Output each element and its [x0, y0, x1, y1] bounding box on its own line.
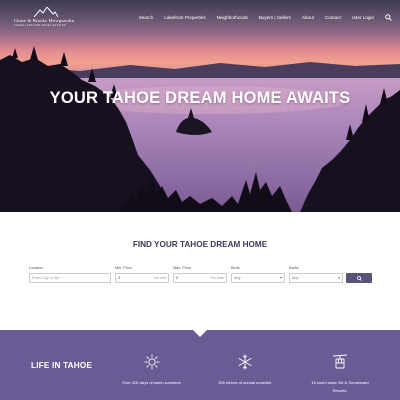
snowflake-icon: [237, 354, 253, 370]
life-title: LIFE IN TAHOE: [31, 361, 93, 370]
life-in-tahoe-section: LIFE IN TAHOE Over 300 days of warm suns…: [0, 330, 400, 400]
nav-item-contact[interactable]: Contact: [325, 15, 341, 20]
min-price-label: Min. Price: [115, 266, 132, 270]
location-label: Location: [29, 266, 44, 270]
beds-label: Beds: [231, 266, 240, 270]
mountain-logo-icon: [34, 7, 58, 17]
feature-resorts-text: 15 world class Ski & Snowboard Resorts.: [311, 380, 369, 393]
baths-value: Any: [292, 276, 299, 280]
feature-sunshine-text: Over 300 days of warm sunshine.: [122, 380, 182, 385]
brand-name: Chase & Brooks Mowguardin: [14, 18, 75, 23]
search-icon[interactable]: [385, 13, 392, 21]
location-input[interactable]: Enter City or Zip: [29, 273, 111, 283]
beds-value: Any: [234, 276, 241, 280]
max-price-label: Max. Price: [173, 266, 191, 270]
search-heading: FIND YOUR TAHOE DREAM HOME: [132, 240, 268, 249]
baths-select[interactable]: Any: [289, 273, 343, 283]
nav-item-neighborhoods[interactable]: Neighborhoods: [217, 15, 248, 20]
min-price-currency: $: [118, 276, 121, 280]
max-price-currency: $: [176, 276, 179, 280]
property-search-section: FIND YOUR TAHOE DREAM HOME Location Ente…: [0, 212, 400, 330]
page: Chase & Brooks Mowguardin TAHOE LAKE AND…: [0, 0, 400, 400]
section-pointer: [193, 330, 207, 337]
sun-icon: [144, 354, 160, 370]
location-placeholder: Enter City or Zip: [32, 276, 60, 280]
nav-item-lakefront-properties[interactable]: Lakefront Properties: [164, 15, 205, 20]
brand-tagline: TAHOE LAKE AND ANGEL ESTATES: [14, 24, 66, 27]
max-price-input[interactable]: $ No max: [173, 273, 227, 283]
hero-title: YOUR TAHOE DREAM HOME AWAITS: [49, 89, 351, 107]
max-price-placeholder: No max: [210, 276, 224, 280]
search-submit-button[interactable]: [346, 273, 372, 283]
nav-item-search[interactable]: Search: [139, 15, 154, 20]
nav-links: Search Lakefront Properties Neighborhood…: [128, 13, 392, 21]
min-price-input[interactable]: $ No min: [115, 273, 169, 283]
beds-select[interactable]: Any: [231, 273, 285, 283]
nav-item-about[interactable]: About: [302, 15, 314, 20]
search-icon: [356, 275, 362, 281]
baths-chevron-down-icon: [338, 277, 340, 279]
main-navbar: Chase & Brooks Mowguardin TAHOE LAKE AND…: [0, 0, 400, 34]
nav-item-user-login[interactable]: User Login: [352, 15, 374, 20]
feature-snowfall-text: 306 inches of annual snowfall.: [218, 380, 272, 385]
brand-logo[interactable]: Chase & Brooks Mowguardin TAHOE LAKE AND…: [14, 7, 92, 27]
min-price-placeholder: No min: [153, 276, 166, 280]
hero-section: Chase & Brooks Mowguardin TAHOE LAKE AND…: [0, 0, 400, 212]
beds-chevron-down-icon: [280, 277, 282, 279]
ski-lift-icon: [332, 354, 348, 370]
nav-item-buyers-sellers[interactable]: Buyers | Sellers: [259, 15, 291, 20]
baths-label: Baths: [289, 266, 299, 270]
